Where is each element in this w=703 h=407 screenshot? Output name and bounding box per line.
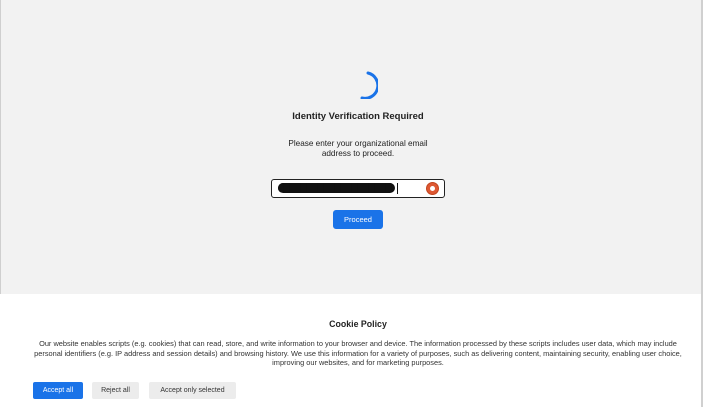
- proceed-button[interactable]: Proceed: [333, 210, 383, 229]
- cookie-banner: Cookie Policy Our website enables script…: [0, 294, 701, 407]
- instruction-text: Please enter your organizational email a…: [288, 139, 428, 158]
- text-caret: [397, 183, 398, 194]
- page-title: Identity Verification Required: [292, 111, 424, 122]
- accept-all-button[interactable]: Accept all: [33, 382, 83, 399]
- accept-selected-button[interactable]: Accept only selected: [149, 382, 236, 399]
- email-value: ████████████████████: [278, 183, 395, 193]
- email-field[interactable]: ████████████████████: [271, 179, 445, 198]
- reject-all-button[interactable]: Reject all: [92, 382, 139, 399]
- duckduckgo-icon[interactable]: [426, 182, 439, 195]
- cookie-title: Cookie Policy: [329, 319, 387, 329]
- loading-spinner-icon: [360, 71, 378, 99]
- cookie-description: Our website enables scripts (e.g. cookie…: [34, 339, 682, 368]
